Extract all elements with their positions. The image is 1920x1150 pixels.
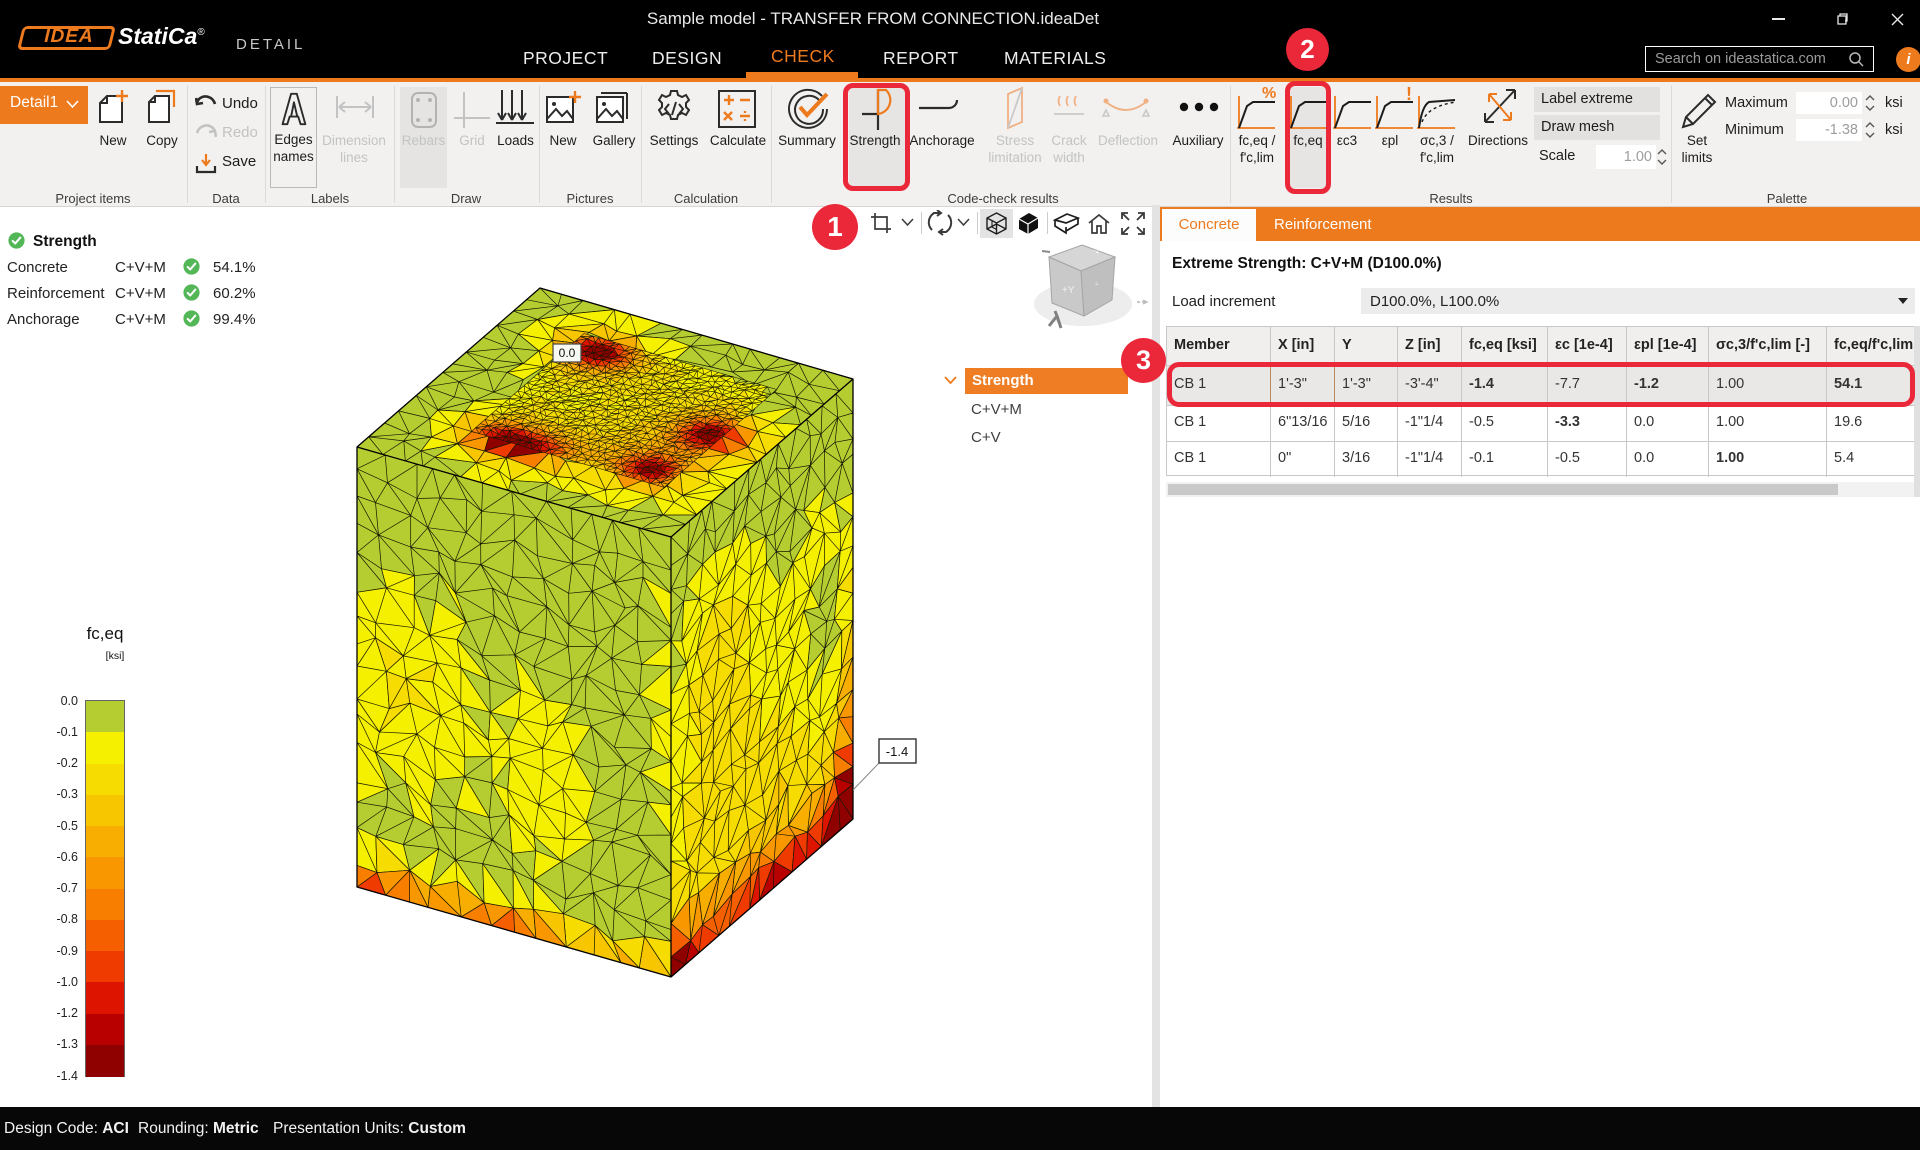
svg-text:-z: -z (1093, 246, 1100, 255)
svg-text:!: ! (1406, 84, 1412, 104)
svg-text:+Y: +Y (1062, 285, 1075, 296)
svg-text:0.0: 0.0 (559, 346, 576, 360)
svg-text:-1.4: -1.4 (886, 744, 908, 759)
svg-text:%: % (1262, 85, 1276, 102)
svg-text:⌞: ⌞ (1095, 276, 1099, 286)
